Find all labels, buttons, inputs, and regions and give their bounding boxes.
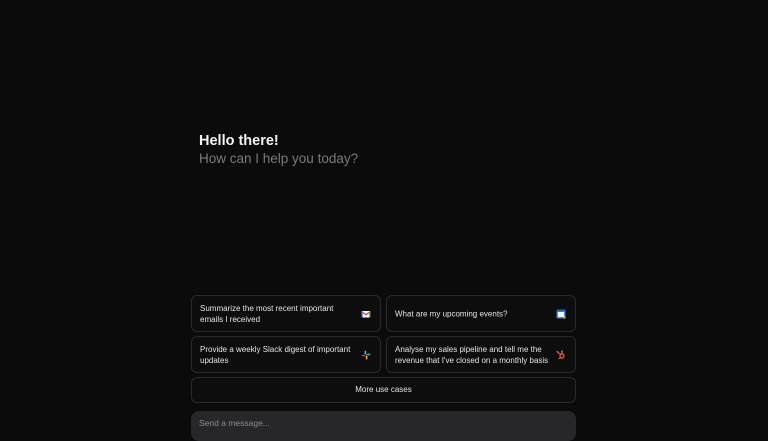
gmail-icon xyxy=(361,310,371,317)
suggestion-card-emails[interactable]: Summarize the most recent important emai… xyxy=(191,295,381,332)
google-calendar-icon xyxy=(556,309,566,318)
suggestion-label: Summarize the most recent important emai… xyxy=(200,303,334,324)
hubspot-icon xyxy=(556,349,565,359)
message-composer xyxy=(191,411,576,441)
suggestion-card-events[interactable]: What are my upcoming events? xyxy=(386,295,576,332)
greeting-subtitle: How can I help you today? xyxy=(199,151,359,166)
suggestion-card-sales-pipeline[interactable]: Analyse my sales pipeline and tell me th… xyxy=(386,336,576,373)
slack-icon xyxy=(361,350,371,359)
suggestion-label: What are my upcoming events? xyxy=(395,309,508,318)
suggestion-label: Analyse my sales pipeline and tell me th… xyxy=(395,344,549,365)
greeting-title: Hello there! xyxy=(199,133,279,149)
greeting: Hello there! How can I help you today? xyxy=(199,132,358,168)
suggestion-label: Provide a weekly Slack digest of importa… xyxy=(200,344,351,365)
more-use-cases-button[interactable]: More use cases xyxy=(191,377,576,403)
suggestion-card-slack[interactable]: Provide a weekly Slack digest of importa… xyxy=(191,336,381,373)
message-input[interactable] xyxy=(197,415,561,431)
